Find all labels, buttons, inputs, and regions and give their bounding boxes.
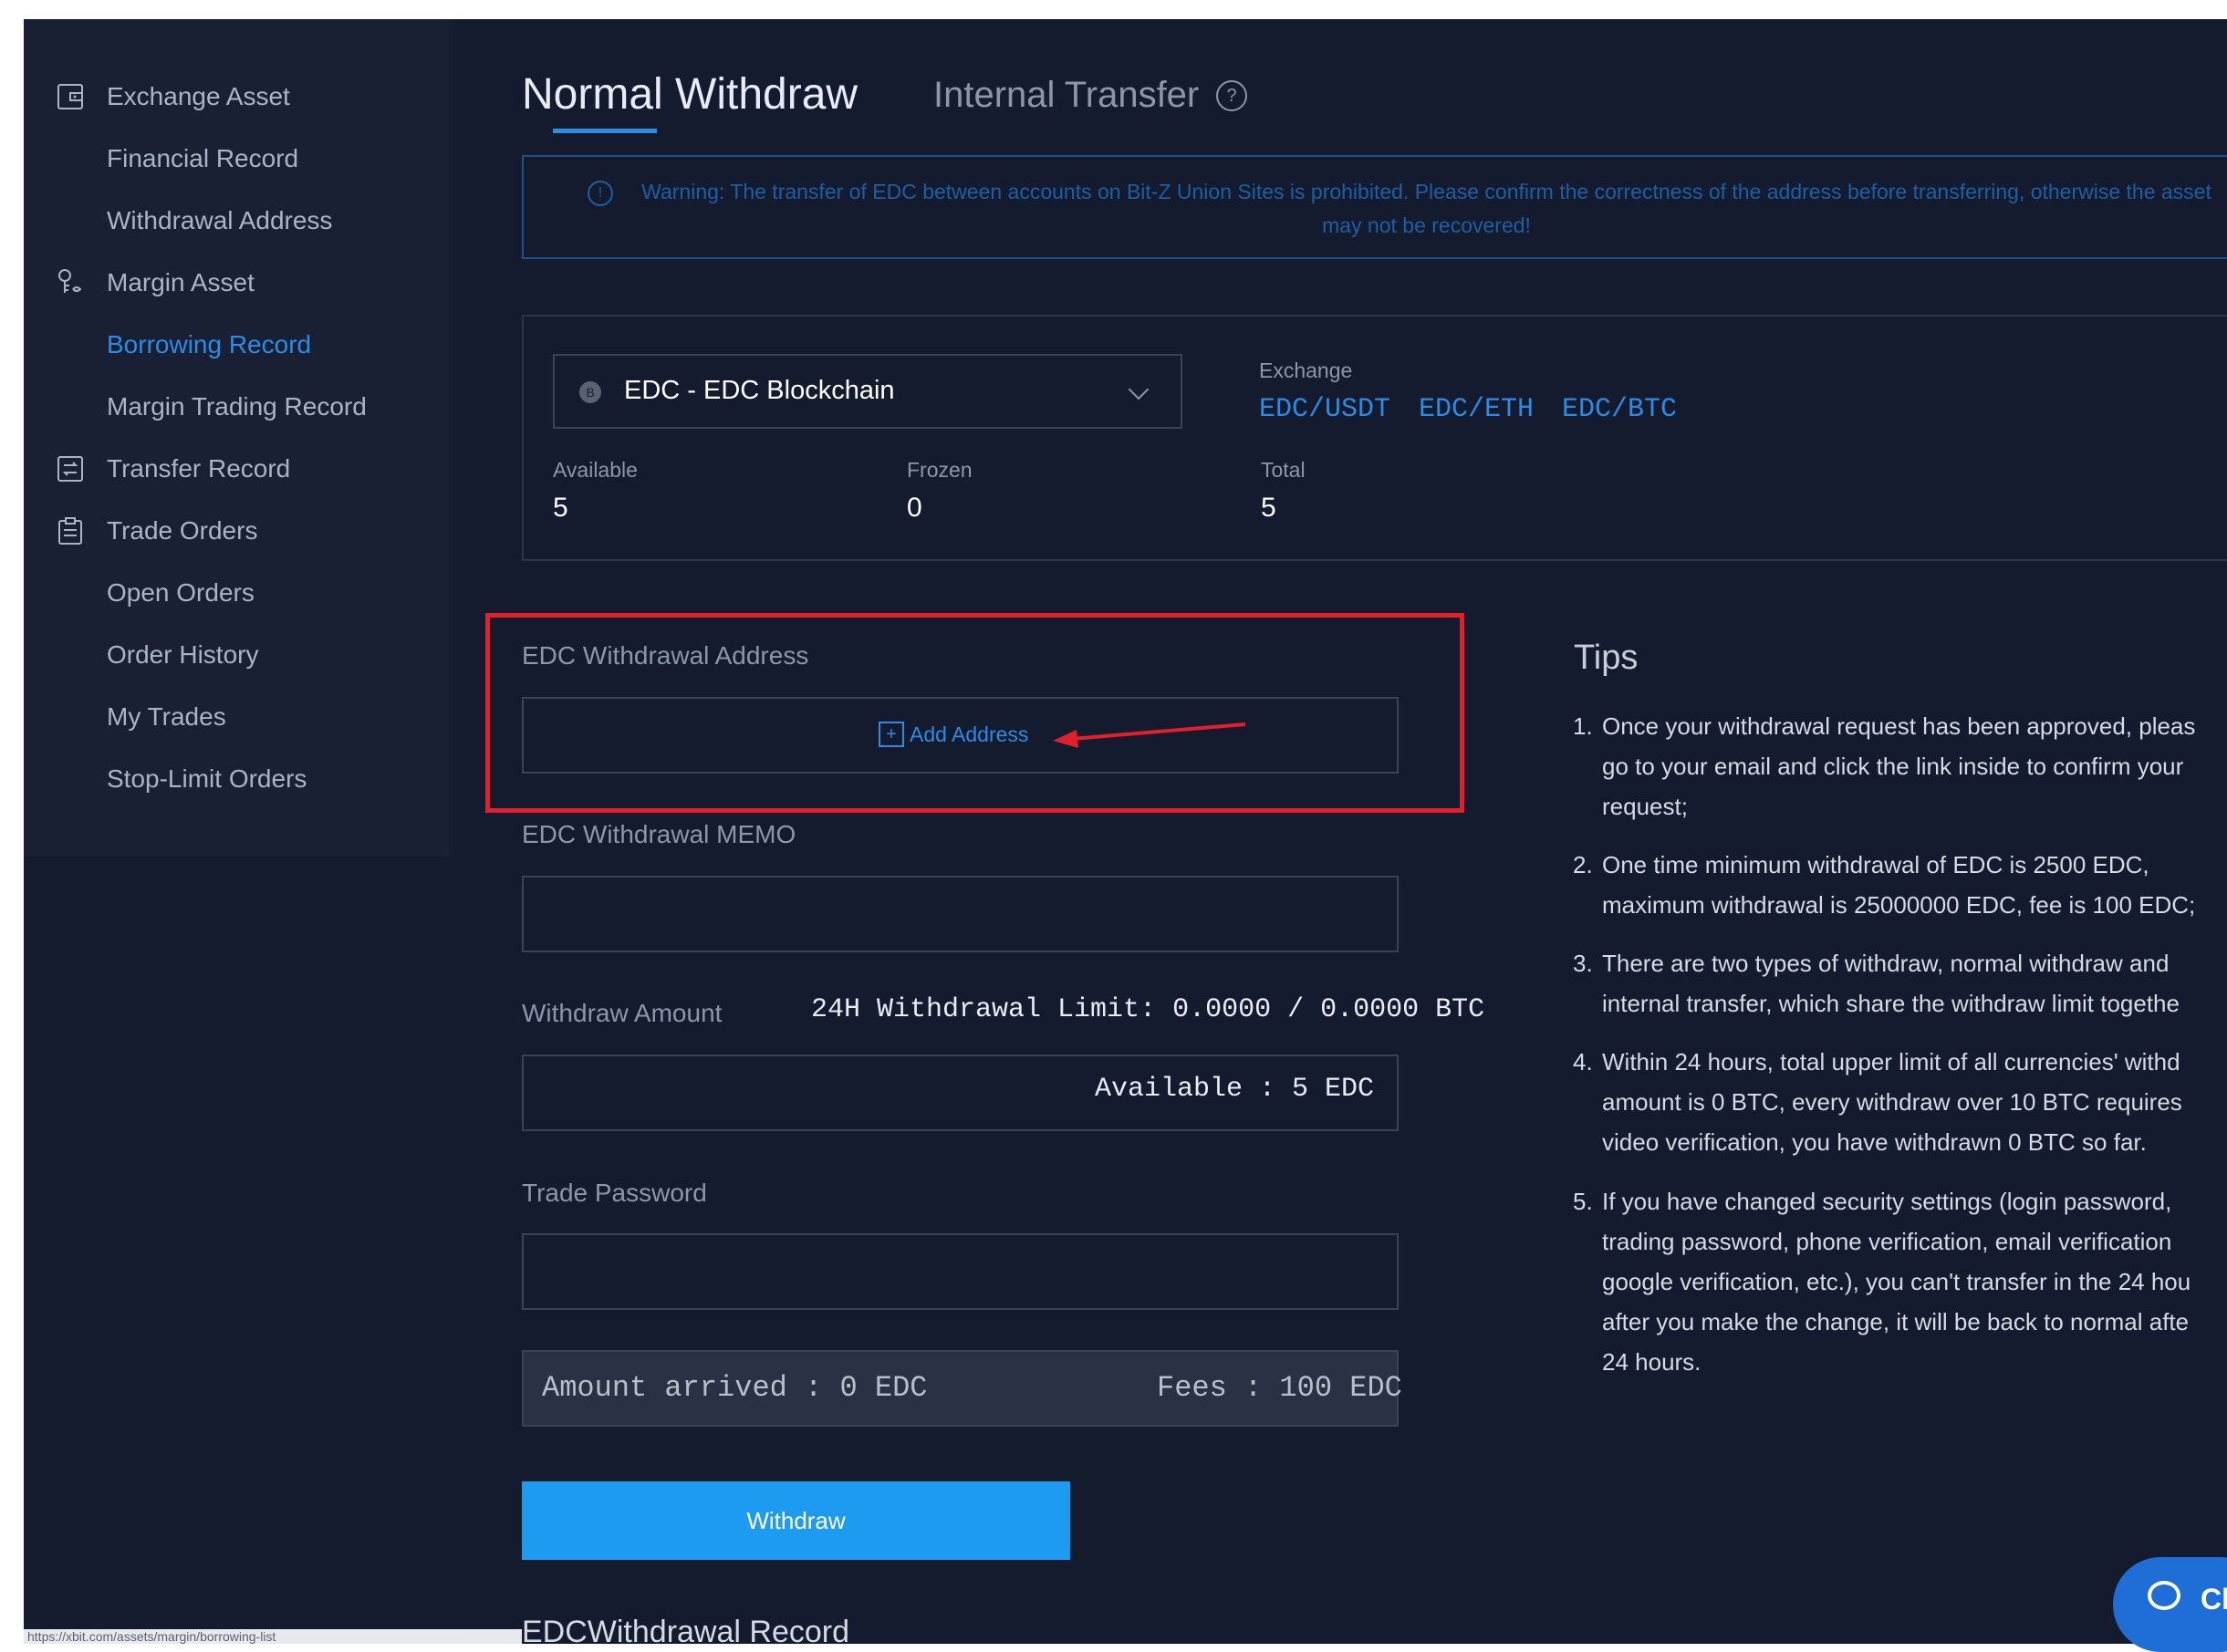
amount-label: Withdraw Amount: [522, 999, 723, 1027]
tip-line: Within 24 hours, total upper limit of al…: [1602, 1048, 2180, 1075]
transfer-icon: [55, 453, 86, 484]
coin-select-value: EDC - EDC Blockchain: [624, 376, 895, 405]
total-value: 5: [1261, 493, 1276, 523]
tip-line: after you make the change, it will be ba…: [1602, 1308, 2190, 1335]
tip-text: If you have changed security settings (l…: [1602, 1181, 2227, 1382]
tip-line: There are two types of withdraw, normal …: [1602, 950, 2170, 977]
coin-icon: B: [579, 381, 601, 403]
sidebar-item-label: Trade Orders: [107, 516, 258, 545]
sidebar-item-label: Financial Record: [107, 144, 299, 172]
sidebar-item-margin-trading-record[interactable]: Margin Trading Record: [24, 376, 449, 438]
tab-internal-transfer[interactable]: Internal Transfer: [933, 75, 1199, 116]
tip-text: Once your withdrawal request has been ap…: [1602, 706, 2227, 826]
tip-text: There are two types of withdraw, normal …: [1602, 943, 2227, 1023]
tip-number: 1.: [1573, 712, 1593, 740]
sidebar-item-open-orders[interactable]: Open Orders: [24, 562, 449, 624]
tip-text: Within 24 hours, total upper limit of al…: [1602, 1042, 2227, 1162]
sidebar-item-margin-asset[interactable]: Margin Asset: [24, 252, 449, 314]
sidebar-item-label: Transfer Record: [107, 454, 291, 483]
sidebar-item-label: Margin Asset: [107, 268, 255, 296]
tip-line: 24 hours.: [1602, 1348, 1701, 1376]
info-icon: !: [588, 181, 613, 206]
amount-arrived-text: Amount arrived : 0 EDC: [542, 1371, 928, 1405]
tip-text: One time minimum withdrawal of EDC is 25…: [1602, 845, 2227, 925]
tip-item: 3. There are two types of withdraw, norm…: [1573, 943, 2227, 1023]
tip-line: amount is 0 BTC, every withdraw over 10 …: [1602, 1088, 2182, 1116]
sidebar-item-label: Order History: [107, 640, 259, 669]
pair-link-edc-usdt[interactable]: EDC/USDT: [1259, 394, 1390, 425]
available-label: Available: [553, 458, 638, 482]
tip-number: 5.: [1573, 1188, 1593, 1215]
tab-normal-withdraw[interactable]: Normal Withdraw: [522, 69, 858, 119]
chat-label: Cl: [2201, 1583, 2227, 1616]
total-label: Total: [1261, 458, 1306, 482]
tip-line: video verification, you have withdrawn 0…: [1602, 1128, 2147, 1156]
fees-text: Fees : 100 EDC: [1157, 1371, 1402, 1405]
sidebar-item-label: Stop-Limit Orders: [107, 764, 307, 793]
sidebar-item-label: Borrowing Record: [107, 330, 312, 358]
frozen-value: 0: [907, 493, 922, 523]
available-value: 5: [553, 493, 568, 523]
margin-icon: [55, 267, 86, 298]
sidebar-item-stop-limit-orders[interactable]: Stop-Limit Orders: [24, 748, 449, 810]
highlight-box: [485, 613, 1464, 813]
tip-item: 5. If you have changed security settings…: [1573, 1181, 2227, 1382]
password-label: Trade Password: [522, 1179, 707, 1207]
tip-number: 2.: [1573, 851, 1593, 878]
tip-number: 4.: [1573, 1048, 1593, 1075]
withdrawal-memo-field[interactable]: [522, 876, 1399, 952]
tip-line: One time minimum withdrawal of EDC is 25…: [1602, 851, 2149, 878]
tip-line: Once your withdrawal request has been ap…: [1602, 712, 2196, 740]
sidebar-item-borrowing-record[interactable]: Borrowing Record: [24, 314, 449, 376]
tip-line: request;: [1602, 793, 1688, 820]
warning-text: Warning: The transfer of EDC between acc…: [641, 180, 2211, 237]
clipboard-icon: [55, 515, 86, 546]
active-tab-indicator: [553, 129, 657, 133]
sidebar-item-trade-orders[interactable]: Trade Orders: [24, 500, 449, 562]
tip-number: 3.: [1573, 950, 1593, 977]
wallet-icon: [55, 81, 86, 112]
sidebar-item-financial-record[interactable]: Financial Record: [24, 128, 449, 190]
sidebar-item-exchange-asset[interactable]: Exchange Asset: [24, 66, 449, 128]
frozen-label: Frozen: [907, 458, 973, 482]
withdrawal-record-title: EDCWithdrawal Record: [522, 1615, 849, 1649]
sidebar-item-label: My Trades: [107, 702, 226, 731]
status-bar-url: https://xbit.com/assets/margin/borrowing…: [24, 1629, 522, 1644]
tip-line: trading password, phone verification, em…: [1602, 1228, 2172, 1255]
withdraw-button[interactable]: Withdraw: [522, 1481, 1070, 1560]
tip-line: If you have changed security settings (l…: [1602, 1188, 2172, 1215]
sidebar-item-label: Open Orders: [107, 578, 255, 607]
tip-line: internal transfer, which share the withd…: [1602, 990, 2180, 1017]
tip-item: 4. Within 24 hours, total upper limit of…: [1573, 1042, 2227, 1162]
arrow-annotation: [1053, 722, 1246, 748]
sidebar: Exchange Asset Financial Record Withdraw…: [24, 19, 449, 857]
memo-label: EDC Withdrawal MEMO: [522, 820, 796, 848]
withdrawal-limit-text: 24H Withdrawal Limit: 0.0000 / 0.0000 BT…: [811, 994, 1485, 1025]
tips-title: Tips: [1574, 639, 1639, 677]
sidebar-item-label: Withdrawal Address: [107, 206, 333, 234]
pair-link-edc-eth[interactable]: EDC/ETH: [1419, 394, 1534, 425]
help-icon[interactable]: ?: [1216, 80, 1247, 111]
trade-password-field[interactable]: [522, 1233, 1399, 1310]
exchange-label: Exchange: [1259, 358, 1353, 382]
sidebar-item-label: Margin Trading Record: [107, 392, 367, 421]
tip-item: 1. Once your withdrawal request has been…: [1573, 706, 2227, 826]
amount-available-text: Available : 5 EDC: [1095, 1074, 1375, 1105]
sidebar-item-transfer-record[interactable]: Transfer Record: [24, 438, 449, 500]
tip-line: go to your email and click the link insi…: [1602, 753, 2184, 780]
sidebar-item-withdrawal-address[interactable]: Withdrawal Address: [24, 190, 449, 252]
tip-item: 2. One time minimum withdrawal of EDC is…: [1573, 845, 2227, 925]
chat-icon: [2148, 1581, 2180, 1610]
tip-line: maximum withdrawal is 25000000 EDC, fee …: [1602, 891, 2196, 919]
sidebar-item-my-trades[interactable]: My Trades: [24, 686, 449, 748]
tip-line: google verification, etc.), you can't tr…: [1602, 1268, 2191, 1295]
pair-link-edc-btc[interactable]: EDC/BTC: [1562, 394, 1677, 425]
asset-summary-panel: [522, 315, 2227, 561]
sidebar-item-label: Exchange Asset: [107, 82, 290, 110]
sidebar-item-order-history[interactable]: Order History: [24, 624, 449, 686]
